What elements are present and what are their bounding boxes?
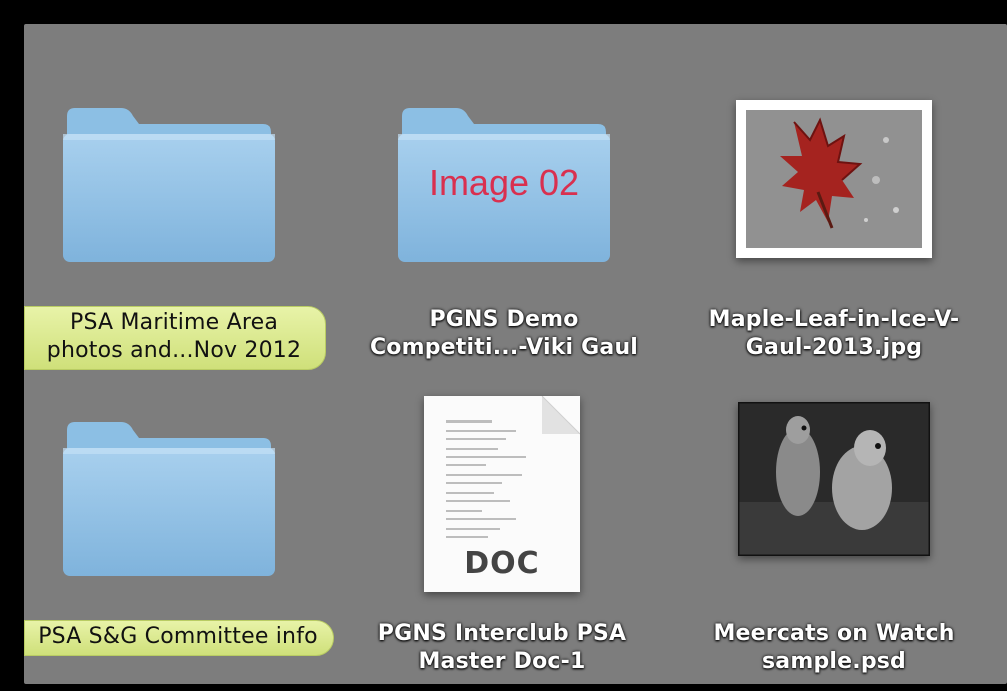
file-label[interactable]: PSA S&G Committee info <box>24 620 334 656</box>
file-label[interactable]: Maple-Leaf-in-Ice-V- Gaul-2013.jpg <box>684 306 984 362</box>
window-frame: PSA Maritime Area photos and...Nov 2012 … <box>0 0 1007 691</box>
file-label-line-1: PSA Maritime Area <box>69 310 279 335</box>
file-label-line-2: photos and...Nov 2012 <box>46 338 302 363</box>
file-label[interactable]: PGNS Demo Competiti...-Viki Gaul <box>349 306 659 362</box>
file-label-line-2: Master Doc-1 <box>418 649 586 674</box>
file-label-line-2: Gaul-2013.jpg <box>745 335 923 360</box>
file-label[interactable]: PGNS Interclub PSA Master Doc-1 <box>354 620 650 676</box>
file-label-line-1: Maple-Leaf-in-Ice-V- <box>708 307 960 332</box>
folder-icon <box>63 422 275 576</box>
folder-icon <box>63 108 275 262</box>
document-type-label: DOC <box>464 546 540 581</box>
finder-icon-view[interactable]: PSA Maritime Area photos and...Nov 2012 … <box>24 24 1007 684</box>
file-label[interactable]: Meercats on Watch sample.psd <box>699 620 969 676</box>
file-label-line-1: PGNS Interclub PSA <box>377 621 627 646</box>
maple-leaf-photo-thumbnail-icon <box>736 100 932 258</box>
document-icon: DOC <box>424 396 580 592</box>
file-label-line-2: sample.psd <box>761 649 907 674</box>
file-label-line-1: PSA S&G Committee info <box>38 624 318 649</box>
meerkats-photo-thumbnail-icon <box>738 402 930 556</box>
file-label-line-1: PGNS Demo <box>429 307 579 332</box>
file-label-line-1: Meercats on Watch <box>713 621 955 646</box>
folder-overlay-text: Image 02 <box>428 162 580 203</box>
file-label-line-2: Competiti...-Viki Gaul <box>369 335 639 360</box>
file-label[interactable]: PSA Maritime Area photos and...Nov 2012 <box>24 306 326 370</box>
